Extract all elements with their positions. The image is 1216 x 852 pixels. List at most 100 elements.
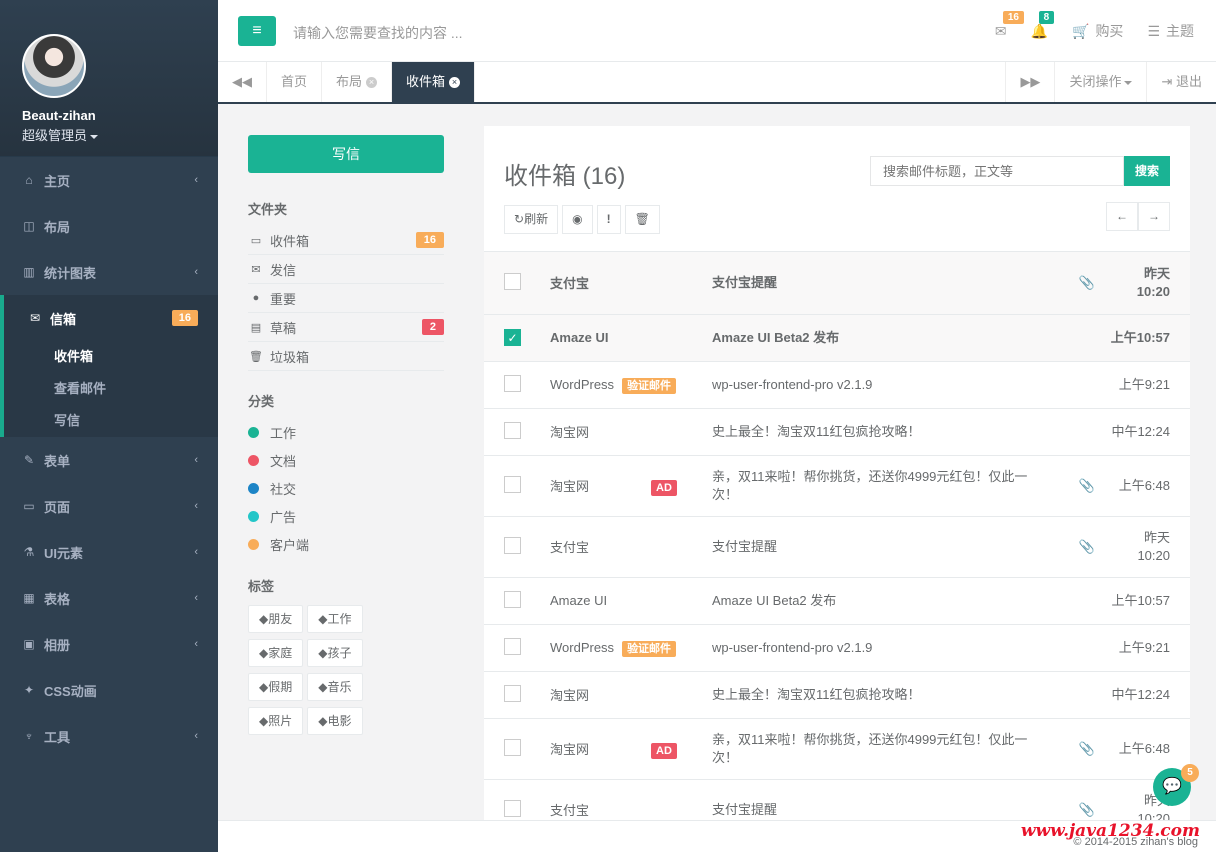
avatar[interactable]	[22, 34, 86, 98]
table-row[interactable]: 支付宝 支付宝提醒 📎 昨天 10:20	[484, 252, 1190, 315]
table-row[interactable]: 淘宝网 AD 亲，双11来啦！帮你挑货，还送你4999元红包！仅此一次！ 📎 上午6:4…	[484, 455, 1190, 517]
mail-sender[interactable]: Amaze UI	[550, 330, 609, 345]
tag-button[interactable]: ◆家庭	[248, 639, 304, 667]
close-icon[interactable]: ×	[449, 77, 461, 89]
table-row[interactable]: 淘宝网 史上最全！淘宝双11红包疯抢攻略！ 中午12:24	[484, 408, 1190, 456]
nav-item-forms[interactable]: ✎ 表单 ‹	[0, 437, 218, 483]
delete-button[interactable]: 🗑	[624, 205, 660, 234]
refresh-button[interactable]: ↻刷新	[504, 205, 559, 234]
chat-button[interactable]: 💬 5	[1153, 764, 1199, 806]
row-checkbox[interactable]: ✓	[504, 329, 521, 346]
mail-subject[interactable]: Amaze UI Beta2 发布	[712, 593, 836, 608]
row-checkbox[interactable]	[504, 475, 521, 493]
tag-button[interactable]: ◆朋友	[248, 605, 304, 633]
mail-subject[interactable]: 史上最全！淘宝双11红包疯抢攻略！	[712, 687, 921, 702]
mail-subject[interactable]: Amaze UI Beta2 发布	[712, 330, 839, 345]
menu-toggle-button[interactable]: ≡	[238, 16, 276, 46]
mail-sender[interactable]: 支付宝	[550, 276, 589, 291]
messages-button[interactable]: ✉ 16	[995, 10, 1024, 40]
category-item[interactable]: 客户端	[248, 530, 444, 558]
close-operations-dropdown[interactable]: 关闭操作	[1054, 62, 1146, 102]
mail-search-button[interactable]: 搜索	[1124, 156, 1170, 186]
row-checkbox[interactable]	[504, 536, 521, 554]
nav-item-charts[interactable]: ▥ 统计图表 ‹	[0, 249, 218, 295]
table-row[interactable]: WordPress 验证邮件 wp-user-frontend-pro v2.1.9…	[484, 624, 1190, 672]
row-checkbox[interactable]	[504, 272, 521, 290]
mail-subject[interactable]: 支付宝提醒	[712, 275, 777, 290]
row-checkbox[interactable]	[504, 684, 521, 702]
row-checkbox[interactable]	[504, 590, 521, 608]
row-checkbox[interactable]	[504, 799, 521, 817]
user-role-dropdown[interactable]: 超级管理员	[22, 125, 218, 144]
mail-subject[interactable]: 史上最全！淘宝双11红包疯抢攻略！	[712, 424, 921, 439]
nav-item-ui[interactable]: ⚗ UI元素 ‹	[0, 529, 218, 575]
tab-layout[interactable]: 布局 ×	[322, 62, 393, 102]
sub-item-inbox[interactable]: 收件箱	[4, 341, 218, 373]
tag-button[interactable]: ◆工作	[307, 605, 363, 633]
mail-sender[interactable]: 淘宝网	[550, 479, 589, 494]
tag-button[interactable]: ◆假期	[248, 673, 304, 701]
logout-button[interactable]: ⇥ 退出	[1146, 62, 1216, 102]
category-item[interactable]: 广告	[248, 502, 444, 530]
tab-scroll-right[interactable]: ▶▶	[1005, 62, 1054, 102]
table-row[interactable]: WordPress 验证邮件 wp-user-frontend-pro v2.1.9…	[484, 361, 1190, 409]
nav-item-css[interactable]: ✦ CSS动画	[0, 667, 218, 713]
row-checkbox[interactable]	[504, 374, 521, 392]
table-row[interactable]: 支付宝 支付宝提醒 📎 昨天 10:20	[484, 779, 1190, 820]
mail-subject[interactable]: wp-user-frontend-pro v2.1.9	[712, 640, 872, 655]
mail-subject[interactable]: 支付宝提醒	[712, 539, 777, 554]
category-item[interactable]: 社交	[248, 474, 444, 502]
theme-button[interactable]: ☰ 主题	[1147, 21, 1194, 41]
table-row[interactable]: 支付宝 支付宝提醒 📎 昨天 10:20	[484, 516, 1190, 578]
table-row[interactable]: Amaze UI Amaze UI Beta2 发布 上午10:57	[484, 577, 1190, 625]
compose-button[interactable]: 写信	[248, 135, 444, 173]
mark-read-button[interactable]: ◉	[562, 205, 593, 234]
folder-item[interactable]: ✉ 发信	[248, 255, 444, 284]
table-row[interactable]: 淘宝网 史上最全！淘宝双11红包疯抢攻略！ 中午12:24	[484, 671, 1190, 719]
mail-subject[interactable]: wp-user-frontend-pro v2.1.9	[712, 377, 872, 392]
folder-item[interactable]: ▤ 草稿 2	[248, 313, 444, 342]
tag-button[interactable]: ◆照片	[248, 707, 304, 735]
next-page-button[interactable]: →	[1138, 202, 1170, 231]
tab-home[interactable]: 首页	[267, 62, 323, 102]
mail-sender[interactable]: WordPress	[550, 377, 614, 392]
mail-subject[interactable]: 支付宝提醒	[712, 802, 777, 817]
sub-item-view-mail[interactable]: 查看邮件	[4, 373, 218, 405]
row-checkbox[interactable]	[504, 738, 521, 756]
nav-item-tools[interactable]: ♆ 工具 ‹	[0, 713, 218, 759]
top-search-input[interactable]: 请输入您需要查找的内容 ...	[293, 23, 463, 43]
buy-button[interactable]: 🛒 购买	[1072, 21, 1123, 41]
nav-item-mailbox[interactable]: ✉ 信箱 16	[0, 295, 218, 341]
mail-sender[interactable]: WordPress	[550, 640, 614, 655]
row-checkbox[interactable]	[504, 637, 521, 655]
category-item[interactable]: 工作	[248, 418, 444, 446]
table-row[interactable]: 淘宝网 AD 亲，双11来啦！帮你挑货，还送你4999元红包！仅此一次！ 📎 上午6:4…	[484, 718, 1190, 780]
mail-sender[interactable]: 淘宝网	[550, 742, 589, 757]
nav-item-gallery[interactable]: ▣ 相册 ‹	[0, 621, 218, 667]
tag-button[interactable]: ◆音乐	[307, 673, 363, 701]
tag-button[interactable]: ◆孩子	[307, 639, 363, 667]
notifications-button[interactable]: 🔔 8	[1031, 10, 1055, 40]
mail-sender[interactable]: 淘宝网	[550, 425, 589, 440]
folder-item[interactable]: ▭ 收件箱 16	[248, 226, 444, 255]
mail-sender[interactable]: Amaze UI	[550, 593, 607, 608]
mail-subject[interactable]: 亲，双11来啦！帮你挑货，还送你4999元红包！仅此一次！	[712, 469, 1027, 502]
folder-item[interactable]: 🗑 垃圾箱	[248, 342, 444, 371]
prev-page-button[interactable]: ←	[1106, 202, 1138, 231]
mail-sender[interactable]: 淘宝网	[550, 688, 589, 703]
mail-sender[interactable]: 支付宝	[550, 803, 589, 818]
tab-scroll-left[interactable]: ◀◀	[218, 62, 267, 102]
table-row[interactable]: ✓ Amaze UI Amaze UI Beta2 发布 上午10:57	[484, 314, 1190, 362]
mail-sender[interactable]: 支付宝	[550, 540, 589, 555]
category-item[interactable]: 文档	[248, 446, 444, 474]
mark-important-button[interactable]: !	[596, 205, 621, 234]
nav-item-layout[interactable]: ◫ 布局	[0, 203, 218, 249]
close-icon[interactable]: ×	[366, 77, 378, 89]
sub-item-compose[interactable]: 写信	[4, 405, 218, 437]
mail-subject[interactable]: 亲，双11来啦！帮你挑货，还送你4999元红包！仅此一次！	[712, 732, 1027, 765]
nav-item-pages[interactable]: ▭ 页面 ‹	[0, 483, 218, 529]
mail-search-input[interactable]	[870, 156, 1124, 186]
tab-inbox[interactable]: 收件箱 ×	[392, 62, 476, 102]
tag-button[interactable]: ◆电影	[307, 707, 363, 735]
row-checkbox[interactable]	[504, 421, 521, 439]
